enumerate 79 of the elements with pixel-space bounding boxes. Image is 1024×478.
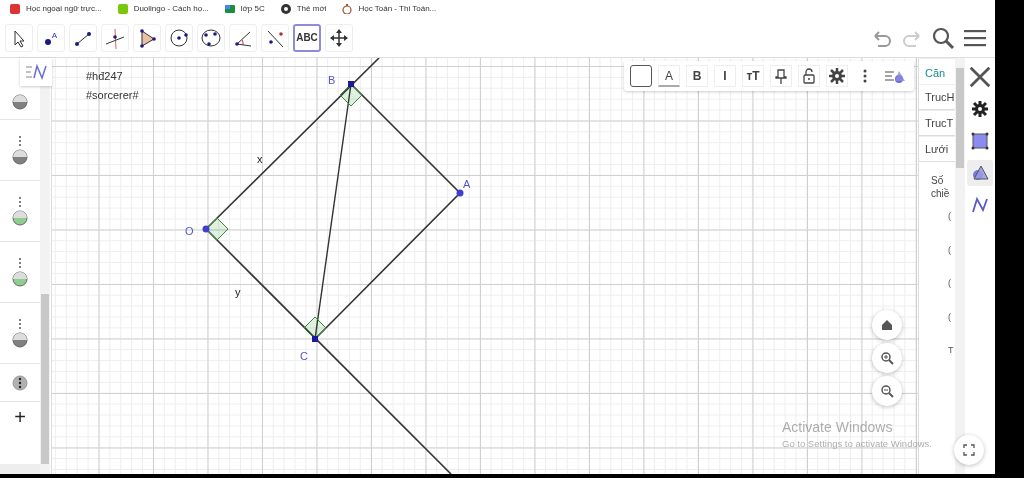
text-style-button[interactable]: I [714, 65, 736, 87]
bookmark-link[interactable]: Thẻ mới [296, 3, 327, 15]
bookmark-link[interactable]: Học Toán - Thi Toán... [358, 3, 437, 15]
visibility-toggle[interactable] [12, 149, 28, 165]
point-label: A [463, 177, 471, 192]
point-label: C [300, 349, 308, 364]
view-toggle-button[interactable] [20, 58, 52, 86]
bookmark-link[interactable]: Học ngoại ngữ trực... [26, 3, 102, 15]
horizontal-scrollbar[interactable] [0, 464, 40, 474]
text-style-button[interactable]: B [686, 65, 708, 87]
tool-button[interactable] [69, 23, 97, 52]
home-icon [880, 318, 894, 332]
tool-button[interactable] [197, 23, 225, 52]
drag-handle-icon[interactable] [18, 257, 22, 271]
close-icon[interactable] [967, 64, 993, 90]
graph-view-icon [25, 64, 47, 80]
text-style-button[interactable]: тT [742, 65, 764, 87]
point-label: B [328, 73, 336, 88]
home-button[interactable] [872, 310, 902, 340]
settings-icon [829, 68, 845, 84]
square-icon [971, 132, 989, 150]
field-label: chiề [931, 187, 951, 200]
zoom-out-icon [880, 384, 894, 398]
fullscreen-icon [963, 444, 975, 456]
visibility-toggle[interactable] [12, 93, 28, 110]
drag-handle-icon[interactable] [18, 318, 22, 332]
field-label: ( [948, 310, 952, 324]
canvas-text: #sorcerer# [86, 88, 139, 103]
timer-icon[interactable] [342, 4, 353, 14]
watermark-title: Activate Windows [782, 418, 893, 437]
point-label: O [185, 224, 194, 239]
tool-button[interactable] [165, 23, 193, 52]
pin-icon [773, 68, 789, 84]
zoom-out-button[interactable] [872, 376, 902, 406]
scrollbar-thumb[interactable] [41, 294, 49, 464]
scrollbar-thumb[interactable] [956, 68, 964, 168]
zoom-in-icon [880, 351, 894, 365]
ellipse-icon [200, 26, 222, 49]
text-color-button[interactable]: A [658, 65, 680, 87]
graph-icon [971, 196, 989, 214]
padlock-icon [801, 68, 817, 84]
search-icon[interactable] [931, 25, 955, 50]
add-item-button[interactable]: + [14, 402, 26, 432]
bookmark-link[interactable]: lớp 5C [240, 3, 265, 15]
field-label: ( [948, 210, 952, 223]
tool-button[interactable]: A [37, 23, 65, 52]
visibility-toggle[interactable] [12, 271, 28, 287]
shapes-icon [971, 164, 989, 182]
point-icon [44, 38, 51, 45]
field-label: ( [948, 277, 952, 290]
page-icon[interactable] [10, 4, 20, 14]
tool-button[interactable] [133, 23, 161, 52]
tool-button[interactable] [5, 23, 33, 52]
field-label: Số [931, 174, 945, 187]
field-label: ( [948, 243, 952, 257]
drag-handle-icon[interactable] [18, 135, 22, 149]
text-tool-button[interactable]: ABC [293, 23, 321, 52]
tool-button[interactable] [325, 23, 353, 52]
tool-button[interactable] [229, 23, 257, 52]
style-button[interactable] [826, 65, 848, 87]
perpendicular-lines-icon [104, 26, 126, 49]
options-icon[interactable] [12, 373, 28, 392]
watermark-text: Go to Settings to activate Windows. [782, 437, 932, 451]
settings-icon [971, 100, 989, 118]
style-bar-toggle-icon [884, 68, 906, 84]
visibility-toggle[interactable] [12, 332, 28, 348]
zoom-in-button[interactable] [872, 343, 902, 373]
visibility-toggle[interactable] [12, 210, 28, 226]
field-label: T [948, 344, 955, 357]
more-icon [862, 68, 868, 84]
style-button[interactable] [798, 65, 820, 87]
circle-icon [168, 26, 190, 49]
bookmark-link[interactable]: Duolingo - Cách họ... [133, 3, 209, 15]
canvas-text: #hđ247 [86, 69, 123, 84]
line-label: x [257, 152, 263, 167]
line-label: y [235, 285, 241, 300]
color-swatch-button[interactable] [630, 65, 652, 87]
drag-handle-icon[interactable] [18, 196, 22, 210]
style-button[interactable] [770, 65, 792, 87]
